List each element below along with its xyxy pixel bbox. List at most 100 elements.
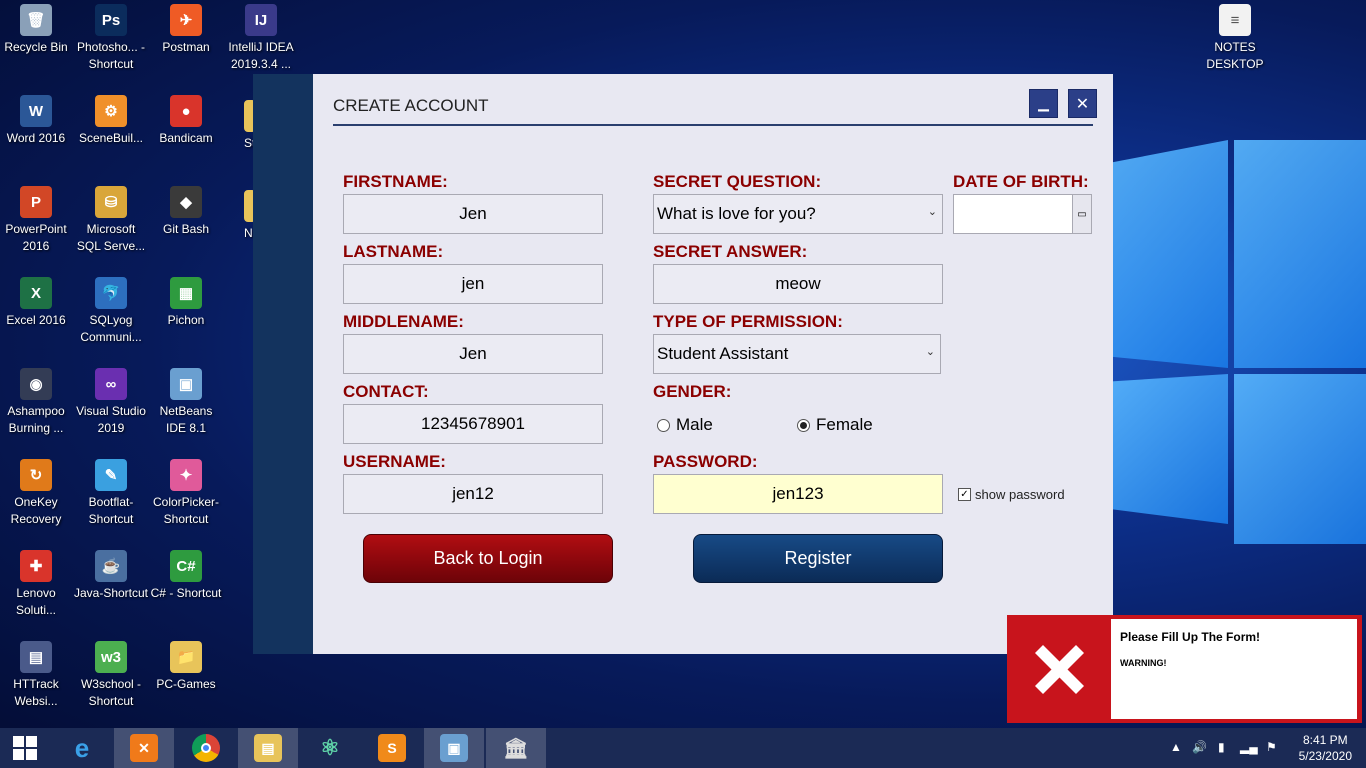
- gender-female-radio[interactable]: Female: [797, 415, 873, 435]
- gender-male-radio[interactable]: Male: [657, 415, 713, 435]
- desktop-icon-label: ColorPicker-Shortcut: [152, 495, 219, 526]
- excel-icon: X: [20, 277, 52, 309]
- desktop-icon-label: Pichon: [167, 313, 205, 327]
- postman-icon: ✈: [170, 4, 202, 36]
- dob-field[interactable]: [953, 194, 1073, 234]
- desktop-icon-visual-studio[interactable]: ∞ Visual Studio 2019: [73, 368, 149, 437]
- desktop-icon-folder[interactable]: 📁 PC-Games: [148, 641, 224, 693]
- desktop-icon-w3school[interactable]: w3 W3school - Shortcut: [73, 641, 149, 710]
- minimize-button[interactable]: ▁: [1029, 89, 1058, 118]
- secret-question-label: SECRET QUESTION:: [653, 172, 822, 191]
- close-button[interactable]: ✕: [1068, 89, 1097, 118]
- desktop-icon-pichon[interactable]: ▦ Pichon: [148, 277, 224, 329]
- taskbar-xampp[interactable]: ✕: [114, 728, 174, 768]
- desktop-icon-label: Git Bash: [162, 222, 210, 236]
- desktop-icon-photoshop[interactable]: Ps Photosho... - Shortcut: [73, 4, 149, 73]
- firstname-label: FIRSTNAME:: [343, 172, 448, 191]
- desktop-icon-bootflat[interactable]: ✎ Bootflat-Shortcut: [73, 459, 149, 528]
- lastname-field[interactable]: jen: [343, 264, 603, 304]
- desktop-icon-powerpoint[interactable]: P PowerPoint 2016: [0, 186, 74, 255]
- contact-field[interactable]: 12345678901: [343, 404, 603, 444]
- word-icon: W: [20, 95, 52, 127]
- taskbar-internet-explorer[interactable]: e: [52, 728, 112, 768]
- internet-explorer-icon: e: [74, 732, 90, 763]
- calendar-button[interactable]: ▭: [1072, 194, 1092, 234]
- taskbar-virtualbox[interactable]: ▣: [424, 728, 484, 768]
- speaker-icon[interactable]: 🔊: [1192, 740, 1207, 754]
- desktop-icon-httrack[interactable]: ▤ HTTrack Websi...: [0, 641, 74, 710]
- desktop-icon-csharp[interactable]: C# C# - Shortcut: [148, 550, 224, 602]
- permission-label: TYPE OF PERMISSION:: [653, 312, 843, 331]
- desktop-icon-sql-server[interactable]: ⛁ Microsoft SQL Serve...: [73, 186, 149, 255]
- desktop-icon-label: Excel 2016: [6, 313, 66, 327]
- ashampoo-icon: ◉: [20, 368, 52, 400]
- network-icon[interactable]: ▂▄: [1240, 740, 1258, 754]
- secret-question-select[interactable]: What is love for you? ⌄: [653, 194, 943, 234]
- intellij-icon: IJ: [245, 4, 277, 36]
- desktop-icon-postman[interactable]: ✈ Postman: [148, 4, 224, 56]
- desktop-icon-notes[interactable]: ≡ NOTES DESKTOP: [1197, 4, 1273, 73]
- desktop-icon-excel[interactable]: X Excel 2016: [0, 277, 74, 329]
- window-title: CREATE ACCOUNT: [333, 96, 489, 115]
- contact-label: CONTACT:: [343, 382, 429, 401]
- desktop-icon-lenovo[interactable]: ✚ Lenovo Soluti...: [0, 550, 74, 619]
- taskbar-bank-app[interactable]: 🏛: [486, 728, 546, 768]
- scenebuilder-icon: ⚙: [95, 95, 127, 127]
- register-button[interactable]: Register: [693, 534, 943, 583]
- permission-select[interactable]: Student Assistant ⌄: [653, 334, 941, 374]
- desktop-icon-netbeans[interactable]: ▣ NetBeans IDE 8.1: [148, 368, 224, 437]
- show-password-checkbox[interactable]: ✓ show password: [958, 487, 1065, 502]
- desktop-icon-label: Bandicam: [159, 131, 213, 145]
- desktop-icon-label: N: [244, 226, 253, 240]
- taskbar-atom[interactable]: ⚛: [300, 728, 360, 768]
- desktop-icon-recycle-bin[interactable]: 🗑 Recycle Bin: [0, 4, 74, 56]
- bank-app-icon: 🏛: [503, 737, 529, 760]
- desktop-icon-label: W3school - Shortcut: [80, 677, 142, 708]
- taskbar-chrome[interactable]: [176, 728, 236, 768]
- desktop-icon-git-bash[interactable]: ◆ Git Bash: [148, 186, 224, 238]
- secret-answer-field[interactable]: meow: [653, 264, 943, 304]
- lastname-label: LASTNAME:: [343, 242, 444, 261]
- start-icon: [13, 736, 37, 760]
- show-password-label: show password: [975, 487, 1065, 502]
- desktop-icon-ashampoo[interactable]: ◉ Ashampoo Burning ...: [0, 368, 74, 437]
- desktop-icon-colorpicker[interactable]: ✦ ColorPicker-Shortcut: [148, 459, 224, 528]
- xampp-icon: ✕: [130, 734, 158, 762]
- username-field[interactable]: jen12: [343, 474, 603, 514]
- desktop-icon-sqlyog[interactable]: 🐬 SQLyog Communi...: [73, 277, 149, 346]
- desktop-icon-label: SQLyog Communi...: [80, 313, 142, 344]
- password-field[interactable]: jen123: [653, 474, 943, 514]
- desktop-icon-onekey[interactable]: ↻ OneKey Recovery: [0, 459, 74, 528]
- desktop-icon-word[interactable]: W Word 2016: [0, 95, 74, 147]
- gender-label: GENDER:: [653, 382, 732, 401]
- calendar-icon: ▭: [1077, 208, 1087, 220]
- desktop-icon-bandicam[interactable]: ● Bandicam: [148, 95, 224, 147]
- desktop-icon-java[interactable]: ☕ Java-Shortcut: [73, 550, 149, 602]
- desktop-icon-label: Bootflat-Shortcut: [88, 495, 134, 526]
- taskbar-file-explorer[interactable]: ▤: [238, 728, 298, 768]
- file-explorer-icon: ▤: [254, 734, 282, 762]
- action-center-icon[interactable]: ⚑: [1266, 740, 1277, 754]
- chrome-icon: [192, 734, 220, 762]
- desktop-icon-intellij[interactable]: IJ IntelliJ IDEA 2019.3.4 ...: [223, 4, 299, 73]
- show-hidden-icons[interactable]: ▲: [1170, 740, 1182, 754]
- taskbar-sublime[interactable]: S: [362, 728, 422, 768]
- taskbar: e ✕ ▤ ⚛ S ▣ 🏛 ▲ 🔊 ▮ ▂▄ ⚑ 8:41 PM 5/23/20…: [0, 728, 1366, 768]
- taskbar-clock[interactable]: 8:41 PM 5/23/2020: [1299, 732, 1352, 764]
- colorpicker-icon: ✦: [170, 459, 202, 491]
- warning-notification[interactable]: Please Fill Up The Form! WARNING!: [1007, 615, 1362, 723]
- clock-time: 8:41 PM: [1302, 733, 1348, 747]
- middlename-field[interactable]: Jen: [343, 334, 603, 374]
- dob-label: DATE OF BIRTH:: [953, 172, 1089, 191]
- battery-icon[interactable]: ▮: [1218, 740, 1225, 754]
- powerpoint-icon: P: [20, 186, 52, 218]
- start-button[interactable]: [0, 728, 50, 768]
- firstname-field[interactable]: Jen: [343, 194, 603, 234]
- middlename-label: MIDDLENAME:: [343, 312, 464, 331]
- sql-server-icon: ⛁: [95, 186, 127, 218]
- atom-icon: ⚛: [320, 735, 340, 760]
- create-account-window: CREATE ACCOUNT ▁ ✕ FIRSTNAME: Jen LASTNA…: [253, 74, 1113, 654]
- gender-female-label: Female: [816, 415, 873, 434]
- back-to-login-button[interactable]: Back to Login: [363, 534, 613, 583]
- desktop-icon-scenebuilder[interactable]: ⚙ SceneBuil...: [73, 95, 149, 147]
